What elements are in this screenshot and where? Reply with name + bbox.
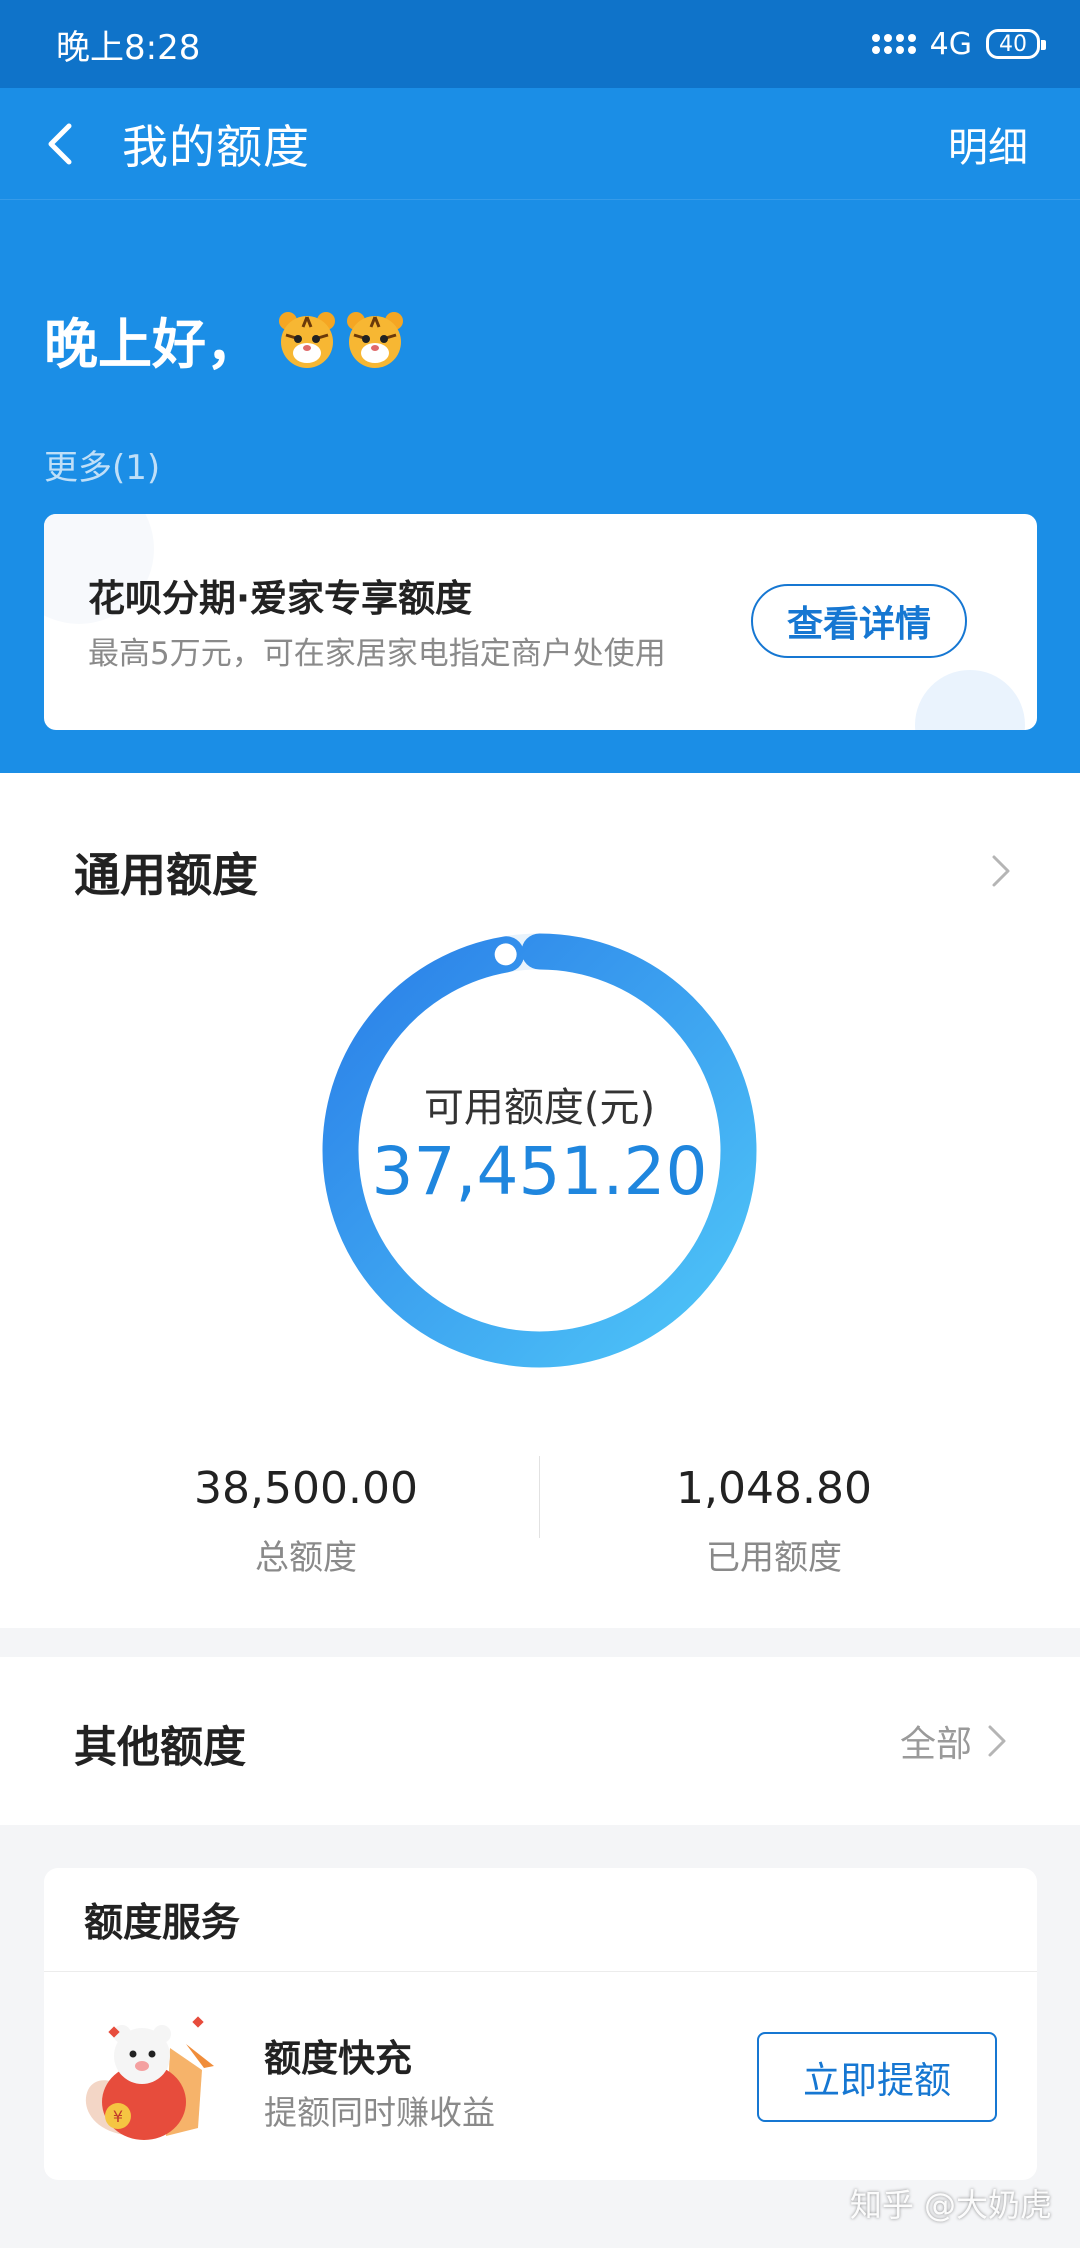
all-credit-label: 全部 (899, 1724, 972, 1765)
network-type: 4G (929, 26, 972, 62)
battery-level: 40 (999, 31, 1027, 57)
all-credit-link[interactable]: 全部 (900, 1715, 1010, 1767)
status-bar: 晚上8:28 4G 40 (0, 0, 1080, 88)
status-time: 晚上8:28 (56, 27, 201, 68)
tiger-emoji-icon (279, 311, 335, 368)
mascot-icon: ¥ (85, 2016, 214, 2140)
available-value: 37,451.20 (371, 1133, 708, 1210)
increase-credit-button[interactable]: 立即提额 (757, 2032, 997, 2122)
chevron-right-icon[interactable] (986, 851, 1016, 891)
more-label: 更多 (44, 448, 112, 488)
battery-icon: 40 (986, 29, 1046, 59)
greeting-text: 晚上好， (44, 313, 260, 376)
used-credit-value: 1,048.80 (676, 1463, 872, 1514)
available-label: 可用额度(元) (423, 1085, 656, 1131)
other-credit-section[interactable]: 其他额度 全部 (0, 1657, 1080, 1825)
detail-link[interactable]: 明细 (948, 115, 1028, 173)
greeting: 晚上好， (44, 300, 406, 379)
service-item-subtitle: 提额同时赚收益 (264, 2093, 495, 2132)
status-indicators: 4G 40 (871, 26, 1046, 62)
promo-title: 花呗分期·爱家专享额度 (88, 577, 473, 620)
chevron-right-icon (988, 1725, 1006, 1757)
credit-service-card: 额度服务 ¥ 额度快充 提额同时赚收益 立即提额 (44, 1868, 1037, 2180)
service-item-name: 额度快充 (264, 2037, 412, 2080)
credit-ring: 可用额度(元) 37,451.20 (322, 933, 757, 1368)
back-button[interactable] (0, 88, 120, 200)
service-title: 额度服务 (44, 1868, 1037, 1972)
used-credit-stat: 1,048.80 已用额度 (614, 1463, 934, 1579)
general-credit-title: 通用额度 (74, 848, 258, 902)
page-title: 我的额度 (122, 119, 310, 174)
back-arrow-icon (48, 123, 72, 164)
promo-decoration (915, 670, 1025, 730)
stat-divider (539, 1456, 540, 1538)
tiger-emoji-icon (347, 311, 403, 368)
svg-text:¥: ¥ (113, 2107, 123, 2126)
page: 晚上8:28 4G 40 我的额度 明细 晚上好， 更多(1) 花呗分期·爱家专… (0, 0, 1080, 2248)
total-credit-value: 38,500.00 (194, 1463, 418, 1514)
general-credit-section: 通用额度 可用额度(元) 37,451.20 38,500.00 总额度 1,0… (0, 773, 1080, 1628)
total-credit-label: 总额度 (255, 1538, 357, 1578)
total-credit-stat: 38,500.00 总额度 (146, 1463, 466, 1579)
more-link[interactable]: 更多(1) (44, 440, 160, 489)
ring-end-marker (494, 943, 517, 966)
used-credit-label: 已用额度 (706, 1538, 842, 1578)
signal-icon (871, 34, 916, 54)
promo-card[interactable]: 花呗分期·爱家专享额度 最高5万元，可在家居家电指定商户处使用 查看详情 (44, 514, 1037, 730)
watermark: 知乎 @大奶虎 (849, 2186, 1052, 2224)
tiger-emoji-icons (276, 309, 406, 371)
other-credit-title: 其他额度 (74, 1723, 246, 1773)
promo-subtitle: 最高5万元，可在家居家电指定商户处使用 (88, 636, 666, 672)
more-count: (1) (112, 448, 161, 488)
nav-bar: 我的额度 明细 (0, 88, 1080, 200)
view-details-button[interactable]: 查看详情 (751, 584, 967, 658)
